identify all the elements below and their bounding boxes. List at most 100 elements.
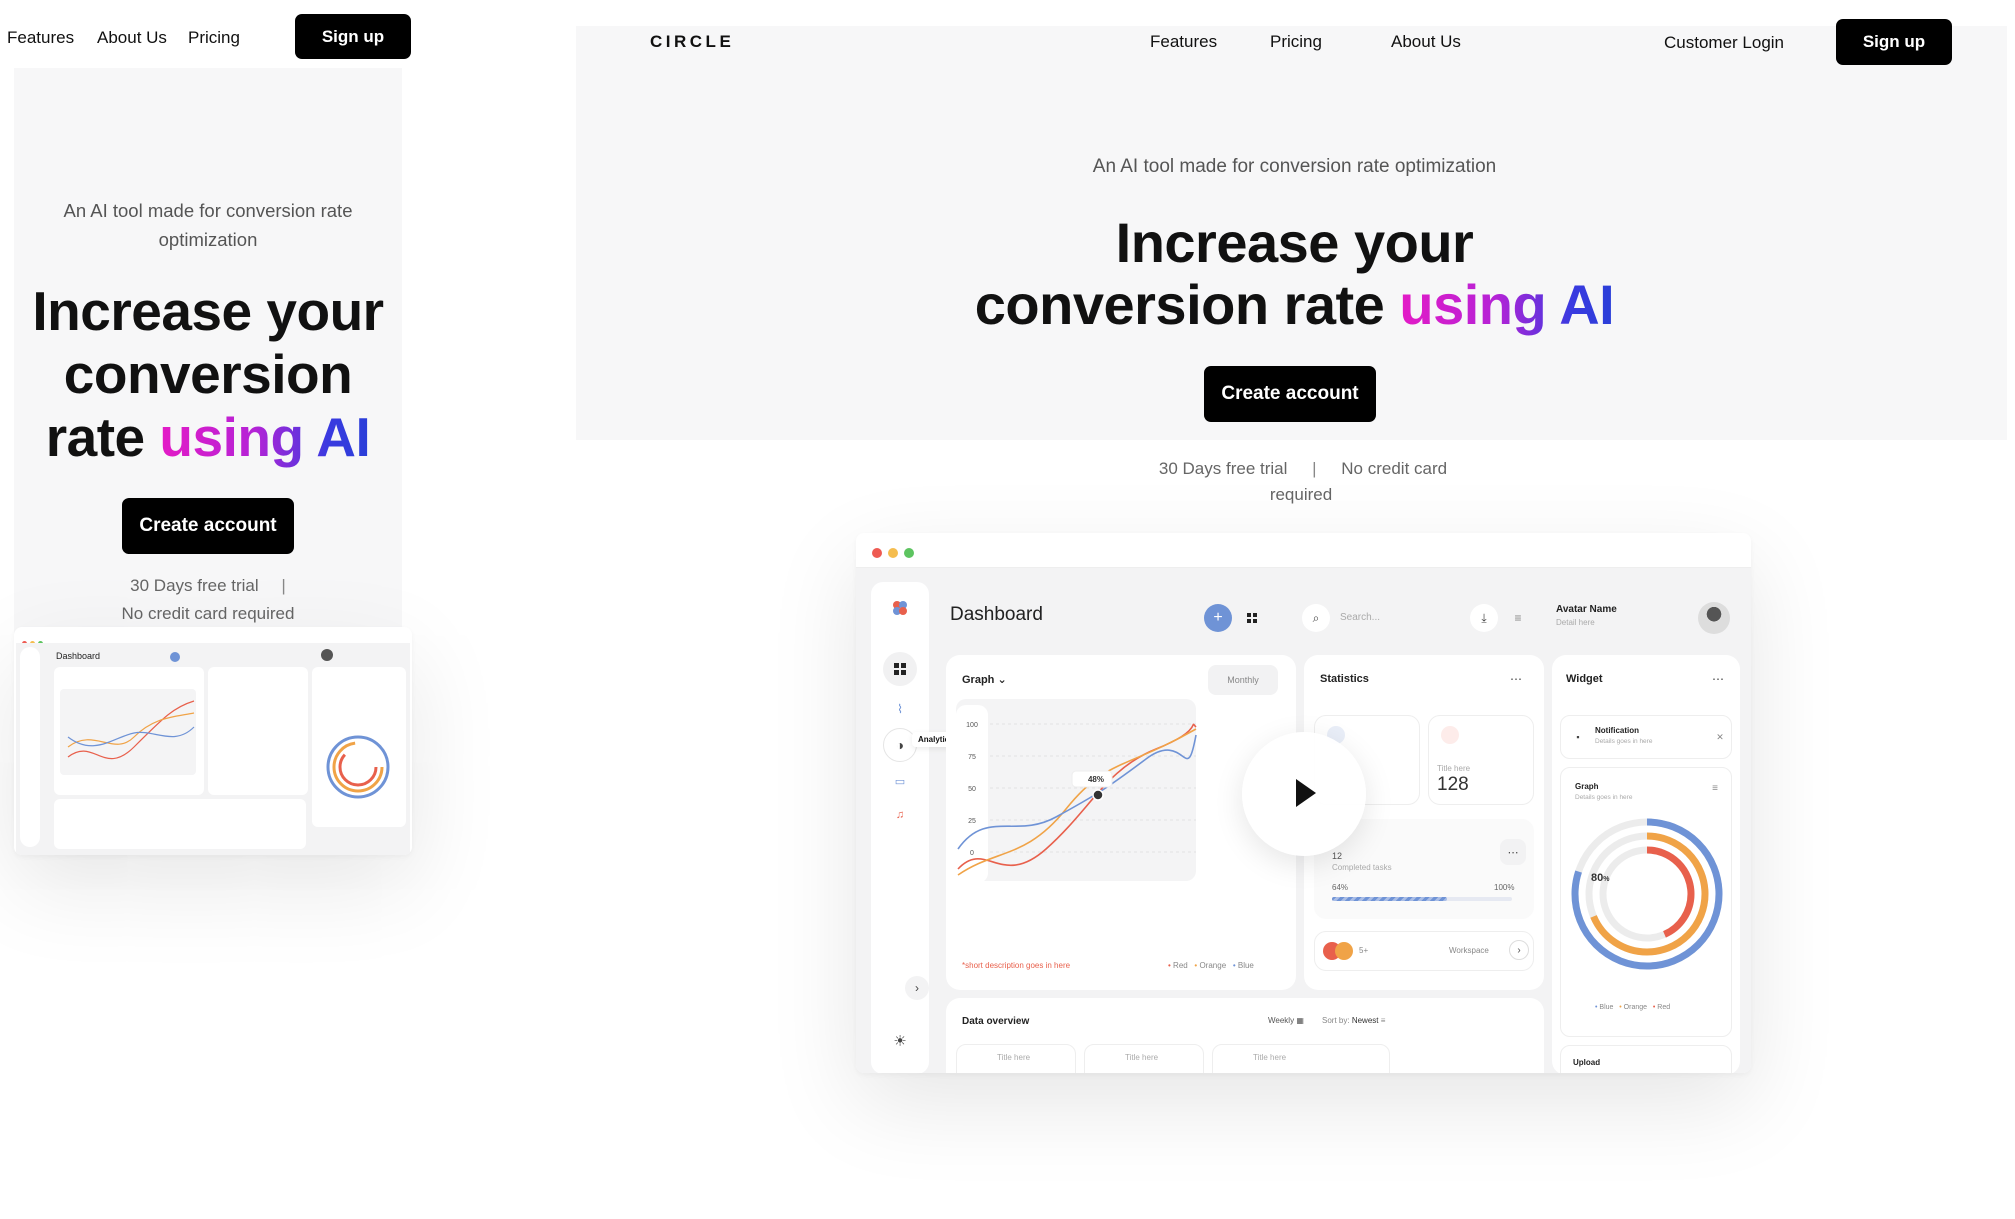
widget-graph: Graph Details goes in here ≡ 80% • Blue bbox=[1560, 767, 1732, 1037]
nav-pricing-link[interactable]: Pricing bbox=[188, 28, 240, 48]
hero-title: Increase your conversion rate using AI bbox=[576, 212, 2013, 336]
mini-widget-card bbox=[312, 667, 406, 827]
data-overview-card: Data overview Weekly ▦ Sort by: Newest ≡… bbox=[946, 998, 1544, 1073]
y-tick-label: 100 bbox=[966, 722, 978, 729]
mini-graph-chart bbox=[60, 689, 196, 775]
calendar-icon: ▦ bbox=[1296, 1016, 1304, 1025]
hero-title-line: conversion rate using AI bbox=[974, 273, 1615, 336]
avatar[interactable] bbox=[1698, 602, 1730, 634]
tasks-label: Completed tasks bbox=[1332, 863, 1392, 872]
signup-button[interactable]: Sign up bbox=[1836, 19, 1952, 65]
overview-item[interactable]: Title here bbox=[1212, 1044, 1390, 1073]
graph-point bbox=[1092, 789, 1104, 801]
graph-legend: • Red • Orange • Blue bbox=[1168, 961, 1254, 970]
progress-track bbox=[1332, 897, 1512, 901]
mini-graph-card bbox=[54, 667, 204, 795]
sort-select[interactable]: Sort by: Newest ≡ bbox=[1322, 1016, 1385, 1025]
hero-title-line: rate using AI bbox=[45, 406, 371, 468]
stat-tile-value: 128 bbox=[1437, 774, 1469, 795]
create-account-button[interactable]: Create account bbox=[122, 498, 294, 554]
notification-item[interactable]: ▪ Notification Details goes in here ✕ bbox=[1560, 715, 1732, 759]
trial-info: 30 Days free trial | No credit card bbox=[1158, 459, 1448, 478]
ring-legend: • Blue • Orange • Red bbox=[1595, 1004, 1671, 1011]
sidebar: ⌇ ◑ ▭ ♫ › ☀ bbox=[871, 582, 929, 1073]
more-icon[interactable]: ⋯ bbox=[1506, 669, 1526, 689]
hero-title: Increase your conversion rate using AI bbox=[14, 280, 402, 469]
workspace-label: Workspace bbox=[1449, 946, 1489, 955]
sort-icon[interactable]: ≡ bbox=[1707, 780, 1723, 796]
more-avatars-count: 5+ bbox=[1359, 946, 1369, 955]
widget-more-icon[interactable]: ⋯ bbox=[1708, 669, 1728, 689]
gradient-text: using AI bbox=[1399, 273, 1615, 336]
search-input[interactable]: Search... bbox=[1340, 612, 1380, 623]
nav-pricing-link[interactable]: Pricing bbox=[1270, 32, 1322, 52]
apps-icon[interactable] bbox=[1240, 606, 1264, 630]
add-icon[interactable]: + bbox=[1204, 604, 1232, 632]
play-video-button[interactable] bbox=[1242, 732, 1366, 856]
tasks-more-icon[interactable]: ⋯ bbox=[1500, 839, 1526, 865]
y-tick-label: 25 bbox=[968, 818, 976, 825]
grid-icon[interactable] bbox=[883, 652, 917, 686]
tasks-value: 12 bbox=[1332, 851, 1343, 861]
y-tick-label: 75 bbox=[968, 754, 976, 761]
graph-card: Graph ⌄ Monthly 100 75 50 25 0 48% *short des… bbox=[946, 655, 1296, 990]
folder-icon[interactable]: ▭ bbox=[889, 770, 911, 792]
mini-add-icon bbox=[170, 652, 180, 662]
create-account-button[interactable]: Create account bbox=[1204, 366, 1376, 422]
graph-plot-area bbox=[956, 699, 1196, 881]
widget-card: Widget ⋯ ▪ Notification Details goes in … bbox=[1552, 655, 1740, 1073]
mobile-preview: Features About Us Pricing Sign up An AI … bbox=[0, 0, 435, 950]
nav-about-link[interactable]: About Us bbox=[1391, 32, 1461, 52]
mini-sidebar bbox=[20, 647, 40, 847]
widget-graph-detail: Details goes in here bbox=[1575, 794, 1633, 801]
overview-item[interactable]: Title here bbox=[1084, 1044, 1204, 1073]
progress-start: 64% bbox=[1332, 883, 1349, 892]
widget-title: Widget bbox=[1566, 673, 1603, 685]
mini-avatar bbox=[321, 649, 333, 661]
mini-statistics-card bbox=[208, 667, 308, 795]
bell-icon[interactable]: ♫ bbox=[889, 804, 911, 826]
y-tick-label: 0 bbox=[970, 850, 974, 857]
nav-features-link[interactable]: Features bbox=[7, 28, 74, 48]
theme-sun-icon[interactable]: ☀ bbox=[889, 1030, 911, 1052]
expand-chevron-icon[interactable]: › bbox=[905, 976, 929, 1000]
mobile-dashboard-preview: Dashboard bbox=[14, 627, 412, 855]
widget-graph-title: Graph bbox=[1575, 782, 1599, 791]
overview-item[interactable]: Title here bbox=[956, 1044, 1076, 1073]
gradient-text: using AI bbox=[159, 406, 371, 468]
nav-about-link[interactable]: About Us bbox=[97, 28, 167, 48]
graph-footnote: *short description goes in here bbox=[962, 961, 1071, 970]
stat-tile-red: Title here 128 bbox=[1428, 715, 1534, 805]
period-select[interactable]: Monthly bbox=[1208, 665, 1278, 695]
app-logo-icon bbox=[886, 594, 914, 622]
minimize-dot-icon bbox=[888, 548, 898, 558]
period-label[interactable]: Weekly ▦ bbox=[1268, 1016, 1304, 1025]
dashboard-preview: ⌇ ◑ ▭ ♫ › ☀ Analytics Dashboard + ⌕ Sear… bbox=[856, 533, 1751, 1073]
notification-detail: Details goes in here bbox=[1595, 738, 1653, 745]
signup-button[interactable]: Sign up bbox=[295, 14, 411, 59]
brand-logo[interactable]: CIRCLE bbox=[650, 32, 734, 52]
customer-login-link[interactable]: Customer Login bbox=[1664, 33, 1784, 53]
workspace-row[interactable]: 5+ Workspace › bbox=[1314, 931, 1534, 971]
close-icon[interactable]: ✕ bbox=[1711, 728, 1729, 746]
avatar-name: Avatar Name bbox=[1556, 604, 1617, 615]
chart-icon[interactable]: ⌇ bbox=[889, 698, 911, 720]
graph-chart: 100 75 50 25 0 48% bbox=[956, 699, 1197, 883]
no-card-info: No credit card required bbox=[121, 604, 295, 623]
data-overview-title: Data overview bbox=[962, 1016, 1030, 1027]
window-controls bbox=[872, 545, 920, 563]
filter-icon[interactable]: ≡ bbox=[1506, 606, 1530, 630]
hero-title-line: Increase your bbox=[1115, 211, 1474, 274]
hero-subtitle: An AI tool made for conversion rate opti… bbox=[1092, 156, 1497, 177]
ring-chart bbox=[1571, 818, 1723, 970]
search-icon: ⌕ bbox=[1302, 604, 1330, 632]
nav-features-link[interactable]: Features bbox=[1150, 32, 1217, 52]
chevron-down-icon: ⌄ bbox=[997, 674, 1007, 686]
download-icon[interactable]: ⤓ bbox=[1470, 604, 1498, 632]
graph-title: Graph ⌄ bbox=[962, 674, 1007, 686]
stat-tile-label: Title here bbox=[1437, 764, 1471, 773]
upload-item[interactable]: Upload bbox=[1560, 1045, 1732, 1073]
close-dot-icon bbox=[872, 548, 882, 558]
hero-title-line: conversion bbox=[63, 343, 353, 405]
no-card-info: required bbox=[1269, 485, 1333, 504]
